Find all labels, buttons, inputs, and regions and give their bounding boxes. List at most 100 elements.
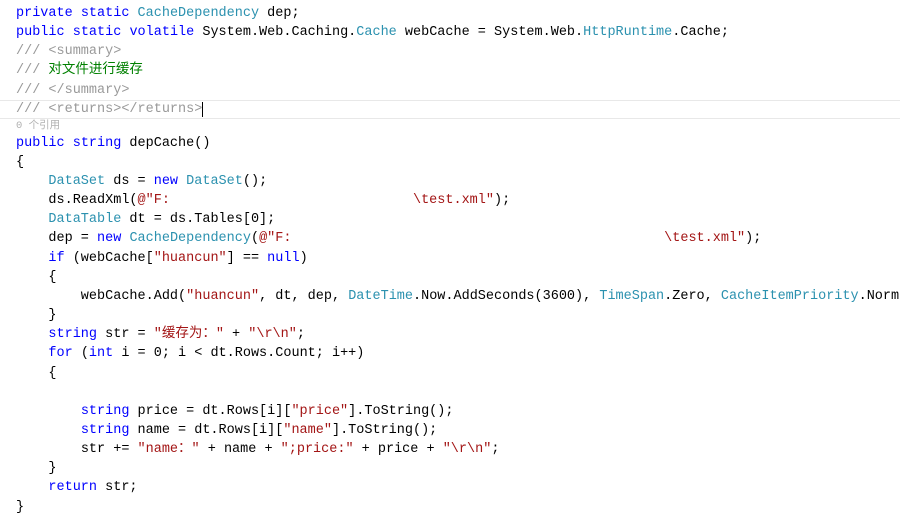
text-cursor [202, 102, 203, 117]
identifier: price = dt.Rows[i][ [129, 404, 291, 419]
code-line[interactable]: DataTable dt = ds.Tables[0]; [0, 210, 900, 229]
paren: ( [251, 231, 259, 246]
string: @"F: [259, 231, 291, 246]
identifier: str += [81, 442, 138, 457]
keyword: null [267, 251, 299, 266]
keyword: string [81, 404, 130, 419]
identifier: ds = [105, 174, 154, 189]
type: CacheItemPriority [721, 289, 859, 304]
method-name: depCache() [121, 136, 210, 151]
cond: i = 0; i < dt.Rows.Count; i++) [113, 346, 364, 361]
keyword: string [81, 423, 130, 438]
code-line[interactable]: string str = "缓存为：" + "\r\n"; [0, 325, 900, 344]
args: .Now.AddSeconds(3600), [413, 289, 599, 304]
type: HttpRuntime [583, 25, 672, 40]
xml-doc-comment: /// [16, 63, 48, 78]
identifier: name = dt.Rows[i][ [129, 423, 283, 438]
code-line[interactable]: dep = new CacheDependency(@"F: \test.xml… [0, 229, 900, 248]
string: "\r\n" [443, 442, 492, 457]
xml-tag: <returns></returns> [48, 102, 202, 117]
string: @"F: [138, 193, 170, 208]
code-line[interactable]: webCache.Add("huancun", dt, dep, DateTim… [0, 287, 900, 306]
xml-doc-comment: /// [16, 102, 48, 117]
string: ";price:" [281, 442, 354, 457]
string: "缓存为：" [154, 327, 224, 342]
keyword: public [16, 136, 65, 151]
op: + name + [200, 442, 281, 457]
type: DataSet [48, 174, 105, 189]
tail: ); [745, 231, 761, 246]
code-line[interactable]: return str; [0, 478, 900, 497]
code-line[interactable]: } [0, 459, 900, 478]
args: .Normal, [859, 289, 900, 304]
tail: ].ToString(); [348, 404, 453, 419]
code-line[interactable]: public static volatile System.Web.Cachin… [0, 23, 900, 42]
brace: } [16, 500, 24, 515]
namespace: System.Web.Caching. [194, 25, 356, 40]
identifier: webCache = System.Web. [397, 25, 583, 40]
op: + price + [354, 442, 443, 457]
keyword: if [48, 251, 64, 266]
type: DateTime [348, 289, 413, 304]
code-line[interactable]: { [0, 268, 900, 287]
code-line[interactable]: /// <summary> [0, 42, 900, 61]
code-line[interactable]: for (int i = 0; i < dt.Rows.Count; i++) [0, 344, 900, 363]
brace: { [16, 155, 24, 170]
keyword: string [73, 136, 122, 151]
call: ds.ReadXml( [48, 193, 137, 208]
keyword: return [48, 480, 97, 495]
code-line[interactable]: /// 对文件进行缓存 [0, 61, 900, 80]
keyword: public [16, 25, 65, 40]
code-line-active[interactable]: /// <returns></returns> [0, 100, 900, 119]
cond: (webCache[ [65, 251, 154, 266]
type: DataTable [48, 212, 121, 227]
type: Cache [356, 25, 397, 40]
tail: ].ToString(); [332, 423, 437, 438]
xml-tag: </summary> [48, 83, 129, 98]
code-line[interactable]: DataSet ds = new DataSet(); [0, 172, 900, 191]
keyword: static [73, 25, 122, 40]
xml-doc-comment: /// [16, 44, 48, 59]
string: "huancun" [186, 289, 259, 304]
code-line[interactable]: private static CacheDependency dep; [0, 4, 900, 23]
identifier: dep; [259, 6, 300, 21]
code-line[interactable]: ds.ReadXml(@"F: \test.xml"); [0, 191, 900, 210]
code-line[interactable]: if (webCache["huancun"] == null) [0, 249, 900, 268]
codelens-references[interactable]: 0 个引用 [0, 119, 900, 134]
xml-doc-text: 对文件进行缓存 [48, 63, 143, 78]
keyword: int [89, 346, 113, 361]
string: "\r\n" [248, 327, 297, 342]
op: + [224, 327, 248, 342]
code-line[interactable]: } [0, 498, 900, 517]
string: "price" [291, 404, 348, 419]
string: "name" [283, 423, 332, 438]
cond: ) [300, 251, 308, 266]
identifier: dep = [48, 231, 97, 246]
identifier: .Cache; [672, 25, 729, 40]
code-line[interactable]: str += "name：" + name + ";price:" + pric… [0, 440, 900, 459]
keyword: new [97, 231, 121, 246]
code-line[interactable]: string name = dt.Rows[i]["name"].ToStrin… [0, 421, 900, 440]
identifier: str = [97, 327, 154, 342]
keyword: static [81, 6, 130, 21]
tail: ; [491, 442, 499, 457]
xml-doc-comment: /// [16, 83, 48, 98]
string: "huancun" [154, 251, 227, 266]
type: CacheDependency [138, 6, 260, 21]
code-editor[interactable]: private static CacheDependency dep; publ… [0, 4, 900, 517]
code-line[interactable] [0, 383, 900, 402]
cond: ] == [227, 251, 268, 266]
paren: ( [73, 346, 89, 361]
code-line[interactable]: public string depCache() [0, 134, 900, 153]
code-line[interactable]: { [0, 364, 900, 383]
code-line[interactable]: /// </summary> [0, 81, 900, 100]
xml-tag: <summary> [48, 44, 121, 59]
code-line[interactable]: string price = dt.Rows[i]["price"].ToStr… [0, 402, 900, 421]
call: webCache.Add( [48, 289, 186, 304]
code-line[interactable]: { [0, 153, 900, 172]
keyword: volatile [129, 25, 194, 40]
identifier: str; [97, 480, 138, 495]
code-line[interactable]: } [0, 306, 900, 325]
args: , dt, dep, [259, 289, 348, 304]
keyword: string [48, 327, 97, 342]
